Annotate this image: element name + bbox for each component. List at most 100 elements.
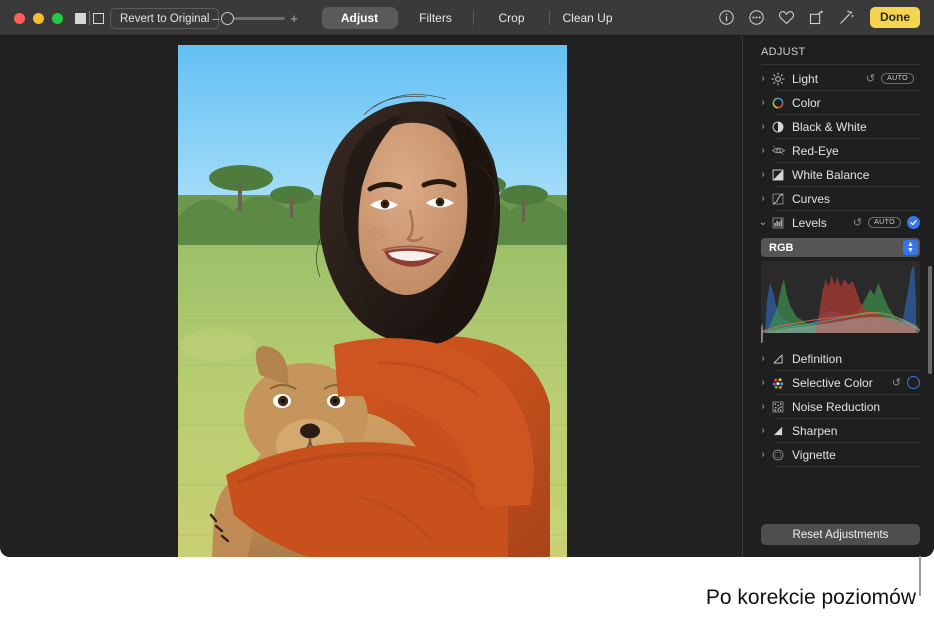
adjust-item-label: Curves: [792, 192, 920, 206]
adjust-item-label: Definition: [792, 352, 920, 366]
adjust-item-black-and-white[interactable]: › Black & White: [755, 115, 920, 138]
levels-histogram[interactable]: [761, 261, 920, 333]
chevron-right-icon[interactable]: ›: [757, 193, 769, 204]
sharpen-icon: [769, 423, 787, 439]
single-view-icon[interactable]: [75, 13, 86, 24]
auto-enhance-wand-icon[interactable]: [838, 9, 855, 26]
levels-channel-value: RGB: [761, 242, 793, 254]
view-mode-toggle[interactable]: [75, 11, 104, 25]
adjust-item-color[interactable]: › Color: [755, 91, 920, 114]
photos-editor-window: Revert to Original – + Adjust Filters Cr…: [0, 0, 934, 557]
levels-white-point-handle[interactable]: [896, 325, 905, 337]
photo-render: [178, 45, 567, 557]
curves-icon: [769, 191, 787, 207]
definition-icon: [769, 351, 787, 367]
rotate-icon[interactable]: [808, 9, 825, 26]
levels-mid-point-handle[interactable]: [832, 325, 841, 337]
chevron-right-icon[interactable]: ›: [757, 73, 769, 84]
adjust-item-levels[interactable]: ⌄ Levels ↺ AUTO: [755, 211, 920, 234]
chevron-right-icon[interactable]: ›: [757, 353, 769, 364]
view-mode-divider: [89, 11, 90, 25]
adjust-item-label: Black & White: [792, 120, 920, 134]
panel-title-divider: [761, 64, 920, 65]
tab-crop[interactable]: Crop: [474, 7, 549, 29]
adjust-item-label: White Balance: [792, 168, 920, 182]
photo-canvas[interactable]: [0, 36, 742, 557]
levels-icon: [769, 215, 787, 231]
white-balance-icon: [769, 167, 787, 183]
chevron-right-icon[interactable]: ›: [757, 377, 769, 388]
adjust-item-sharpen[interactable]: › Sharpen: [755, 419, 920, 442]
levels-black-point-handle[interactable]: [761, 325, 770, 337]
edited-photo[interactable]: [178, 45, 567, 557]
levels-channel-select[interactable]: RGB ▲▼: [761, 238, 920, 257]
toolbar-actions: Done: [718, 7, 920, 28]
vignette-icon: [769, 447, 787, 463]
zoom-slider-control[interactable]: – +: [210, 11, 300, 26]
traffic-lights: [14, 13, 63, 24]
revert-icon[interactable]: ↺: [866, 72, 875, 85]
adjust-item-noise-reduction[interactable]: › Noise Reduction: [755, 395, 920, 418]
adjust-item-label: Light: [792, 72, 866, 86]
auto-badge[interactable]: AUTO: [868, 217, 901, 228]
close-window-button[interactable]: [14, 13, 25, 24]
adjust-item-label: Levels: [792, 216, 853, 230]
chevron-right-icon[interactable]: ›: [757, 121, 769, 132]
adjust-item-definition[interactable]: › Definition: [755, 347, 920, 370]
reset-adjustments-button[interactable]: Reset Adjustments: [761, 524, 920, 545]
chevron-updown-icon[interactable]: ▲▼: [903, 240, 918, 255]
panel-title: ADJUST: [743, 36, 934, 64]
chevron-right-icon[interactable]: ›: [757, 425, 769, 436]
chevron-right-icon[interactable]: ›: [757, 97, 769, 108]
eye-slash-icon: [769, 143, 787, 159]
adjust-panel: ADJUST › Light ↺ AUTO ›: [742, 36, 934, 557]
done-button[interactable]: Done: [870, 7, 920, 28]
brightness-icon: [769, 71, 787, 87]
selective-color-toggle[interactable]: [907, 376, 920, 389]
figure-caption: Po korekcie poziomów: [706, 586, 916, 610]
adjust-item-label: Noise Reduction: [792, 400, 920, 414]
favorite-heart-icon[interactable]: [778, 9, 795, 26]
histogram-render: [761, 261, 920, 333]
color-wheel-icon: [769, 95, 787, 111]
tab-adjust[interactable]: Adjust: [322, 7, 397, 29]
revert-to-original-button[interactable]: Revert to Original: [110, 8, 219, 29]
zoom-window-button[interactable]: [52, 13, 63, 24]
half-circle-icon: [769, 119, 787, 135]
auto-badge[interactable]: AUTO: [881, 73, 914, 84]
adjust-item-white-balance[interactable]: › White Balance: [755, 163, 920, 186]
editor-tabs: Adjust Filters Crop Clean Up: [322, 7, 625, 29]
adjust-item-label: Color: [792, 96, 920, 110]
adjust-item-red-eye[interactable]: › Red-Eye: [755, 139, 920, 162]
zoom-in-icon[interactable]: +: [288, 11, 300, 26]
adjust-item-vignette[interactable]: › Vignette: [755, 443, 920, 466]
more-options-icon[interactable]: [748, 9, 765, 26]
chevron-right-icon[interactable]: ›: [757, 449, 769, 460]
info-icon[interactable]: [718, 9, 735, 26]
adjust-item-label: Sharpen: [792, 424, 920, 438]
row-divider: [775, 466, 920, 467]
zoom-slider-track[interactable]: [225, 17, 285, 20]
chevron-right-icon[interactable]: ›: [757, 145, 769, 156]
revert-icon[interactable]: ↺: [853, 216, 862, 229]
zoom-slider-thumb[interactable]: [221, 12, 234, 25]
tab-filters[interactable]: Filters: [398, 7, 473, 29]
revert-icon[interactable]: ↺: [892, 376, 901, 389]
adjust-item-label: Selective Color: [792, 376, 892, 390]
chevron-right-icon[interactable]: ›: [757, 401, 769, 412]
minimize-window-button[interactable]: [33, 13, 44, 24]
adjust-item-light[interactable]: › Light ↺ AUTO: [755, 67, 920, 90]
screenshot-root: Revert to Original – + Adjust Filters Cr…: [0, 0, 934, 625]
levels-enabled-checkbox[interactable]: [907, 216, 920, 229]
tab-clean-up[interactable]: Clean Up: [550, 7, 625, 29]
adjust-item-label: Vignette: [792, 448, 920, 462]
chevron-down-icon[interactable]: ⌄: [757, 217, 769, 228]
adjust-item-selective-color[interactable]: › Selective Color ↺: [755, 371, 920, 394]
adjust-item-curves[interactable]: › Curves: [755, 187, 920, 210]
levels-handles: [761, 325, 920, 341]
chevron-right-icon[interactable]: ›: [757, 169, 769, 180]
split-view-icon[interactable]: [93, 13, 104, 24]
window-toolbar: Revert to Original – + Adjust Filters Cr…: [0, 0, 934, 36]
panel-scrollbar[interactable]: [928, 266, 932, 374]
callout-leader-line: [919, 556, 921, 596]
